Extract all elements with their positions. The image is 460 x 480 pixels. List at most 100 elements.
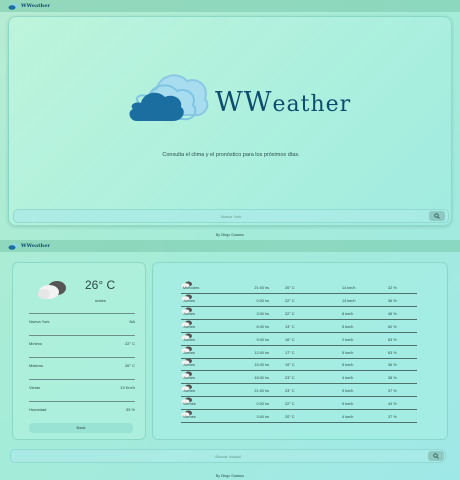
home-hero: WWeather Consulta el clima y el pronósti… — [8, 16, 452, 226]
forecast-time: 15:00 hs — [254, 363, 269, 368]
stat-value: NA — [129, 319, 135, 324]
stat-label: Máximo — [29, 363, 44, 368]
logo-initials: WW — [215, 86, 273, 118]
stat-row: Humedad 33 % — [29, 401, 135, 412]
forecast-row: Jueves 15:00 hs 19° C 5 km/h 36 % — [181, 358, 417, 372]
forecast-time: 0:00 hs — [256, 402, 269, 407]
forecast-temp: 13° C — [285, 324, 295, 329]
cloudy-icon — [38, 281, 66, 299]
forecast-wind: 9 km/h — [342, 389, 354, 394]
forecast-wind: 5 km/h — [342, 324, 354, 329]
forecast-day: Jueves — [183, 298, 196, 303]
top-bar: WWeather — [0, 0, 460, 12]
stat-label: Viento — [29, 385, 41, 390]
home-footer: By Diego Gustavo — [215, 233, 245, 237]
stat-row: Mínimo 22° C — [29, 335, 135, 346]
forecast-wind: 9 km/h — [342, 402, 354, 407]
forecast-temp: 19° C — [285, 363, 295, 368]
forecast-time: 3:00 hs — [256, 415, 269, 419]
forecast-wind: 4 km/h — [342, 415, 354, 419]
forecast-humidity: 37 % — [388, 389, 397, 394]
forecast-day: Jueves — [183, 389, 196, 394]
tagline: Consulta el clima y el pronóstico para l… — [162, 152, 300, 158]
forecast-wind: 4 km/h — [342, 376, 354, 381]
forecast-time: 21:00 hs — [254, 389, 269, 394]
stat-value: 33 % — [125, 407, 135, 412]
top-bar: WWeather — [0, 240, 460, 252]
forecast-time: 9:00 hs — [256, 337, 269, 342]
forecast-day: Jueves — [183, 376, 196, 381]
stat-value: 22° C — [124, 341, 135, 346]
current-desc: nubes — [95, 298, 106, 303]
cloud-icon — [129, 74, 209, 121]
mini-logo-text: WWeather — [21, 3, 51, 9]
forecast-row: Viernes 3:00 hs 20° C 4 km/h 37 % — [181, 410, 417, 423]
forecast-wind: 14 km/h — [342, 286, 356, 290]
forecast-time: 18:00 hs — [254, 376, 269, 381]
forecast-day: Jueves — [183, 311, 196, 316]
forecast-wind: 8 km/h — [342, 311, 354, 316]
city-search-input[interactable] — [10, 449, 446, 463]
search-icon — [434, 213, 440, 219]
forecast-day: Miércoles — [183, 286, 200, 290]
forecast-row: Jueves 12:00 hs 17° C 5 km/h 63 % — [181, 346, 417, 359]
forecast-row: Jueves 3:00 hs 22° C 8 km/h 46 % — [181, 307, 417, 320]
forecast-day: Jueves — [183, 363, 196, 368]
forecast-day: Jueves — [183, 337, 196, 342]
mini-logo[interactable]: WWeather — [8, 243, 50, 250]
forecast-row: Jueves 21:00 hs 23° C 9 km/h 37 % — [181, 384, 417, 398]
city-search-input[interactable] — [13, 209, 449, 223]
forecast-row: Jueves 9:00 hs 16° C 2 km/h 63 % — [181, 333, 417, 346]
mini-logo-text: WWeather — [21, 243, 51, 249]
forecast-time: 6:00 hs — [256, 324, 269, 329]
forecast-humidity: 60 % — [388, 324, 397, 329]
forecast-day: Viernes — [183, 402, 196, 407]
forecast-temp: 22° C — [285, 311, 295, 316]
forecast-humidity: 36 % — [388, 298, 397, 303]
forecast-wind: 5 km/h — [342, 363, 354, 368]
cloud-icon — [8, 243, 18, 250]
forecast-humidity: 36 % — [388, 363, 397, 368]
forecast-day: Jueves — [183, 324, 196, 329]
search-button[interactable] — [429, 211, 445, 221]
stat-label: Mínimo — [29, 341, 43, 346]
forecast-humidity: 32 % — [388, 286, 397, 290]
logo-rest: eather — [272, 91, 352, 117]
forecast-wind: 5 km/h — [342, 350, 354, 355]
home-search-bar — [13, 209, 449, 223]
forecast-row: Jueves 18:00 hs 23° C 4 km/h 38 % — [181, 371, 417, 385]
forecast-card: Miércoles 21:00 hs 26° C 14 km/h 32 % Jueves 0… — [152, 262, 448, 440]
stat-label: Nueva York — [29, 319, 50, 324]
forecast-temp: 17° C — [285, 350, 295, 355]
forecast-humidity: 63 % — [388, 337, 397, 342]
search-icon — [433, 453, 439, 459]
forecast-wind: 2 km/h — [342, 337, 354, 342]
forecast-time: 12:00 hs — [254, 350, 269, 355]
detail-search-bar — [10, 449, 446, 463]
forecast-day: Jueves — [183, 350, 196, 355]
forecast-temp: 16° C — [285, 337, 295, 342]
forecast-day: Viernes — [183, 415, 196, 419]
forecast-time: 3:00 hs — [256, 311, 269, 316]
forecast-temp: 23° C — [285, 376, 295, 381]
stat-value: 26° C — [124, 363, 135, 368]
forecast-time: 0:00 hs — [256, 298, 269, 303]
stat-label: Humedad — [29, 407, 47, 412]
cloud-icon — [8, 3, 18, 10]
forecast-humidity: 63 % — [388, 350, 397, 355]
search-button[interactable] — [428, 451, 444, 461]
back-button[interactable]: Back — [29, 423, 133, 433]
forecast-temp: 20° C — [285, 415, 295, 419]
detail-footer: By Diego Gustavo — [215, 474, 245, 478]
stat-row: Viento 13 Km/h — [29, 379, 135, 390]
forecast-row: Viernes 0:00 hs 22° C 9 km/h 44 % — [181, 397, 417, 411]
mini-logo[interactable]: WWeather — [8, 3, 50, 10]
forecast-row: Jueves 6:00 hs 13° C 5 km/h 60 % — [181, 320, 417, 333]
forecast-humidity: 46 % — [388, 311, 397, 316]
forecast-row: Miércoles 21:00 hs 26° C 14 km/h 32 % — [181, 281, 417, 294]
stat-row: Máximo 26° C — [29, 357, 135, 368]
forecast-humidity: 37 % — [388, 415, 397, 419]
current-weather-card: 26° C nubes Nueva York NA Mínimo 22° C M… — [12, 262, 146, 440]
forecast-temp: 26° C — [285, 286, 295, 290]
forecast-row: Jueves 0:00 hs 22° C 14 km/h 36 % — [181, 294, 417, 307]
